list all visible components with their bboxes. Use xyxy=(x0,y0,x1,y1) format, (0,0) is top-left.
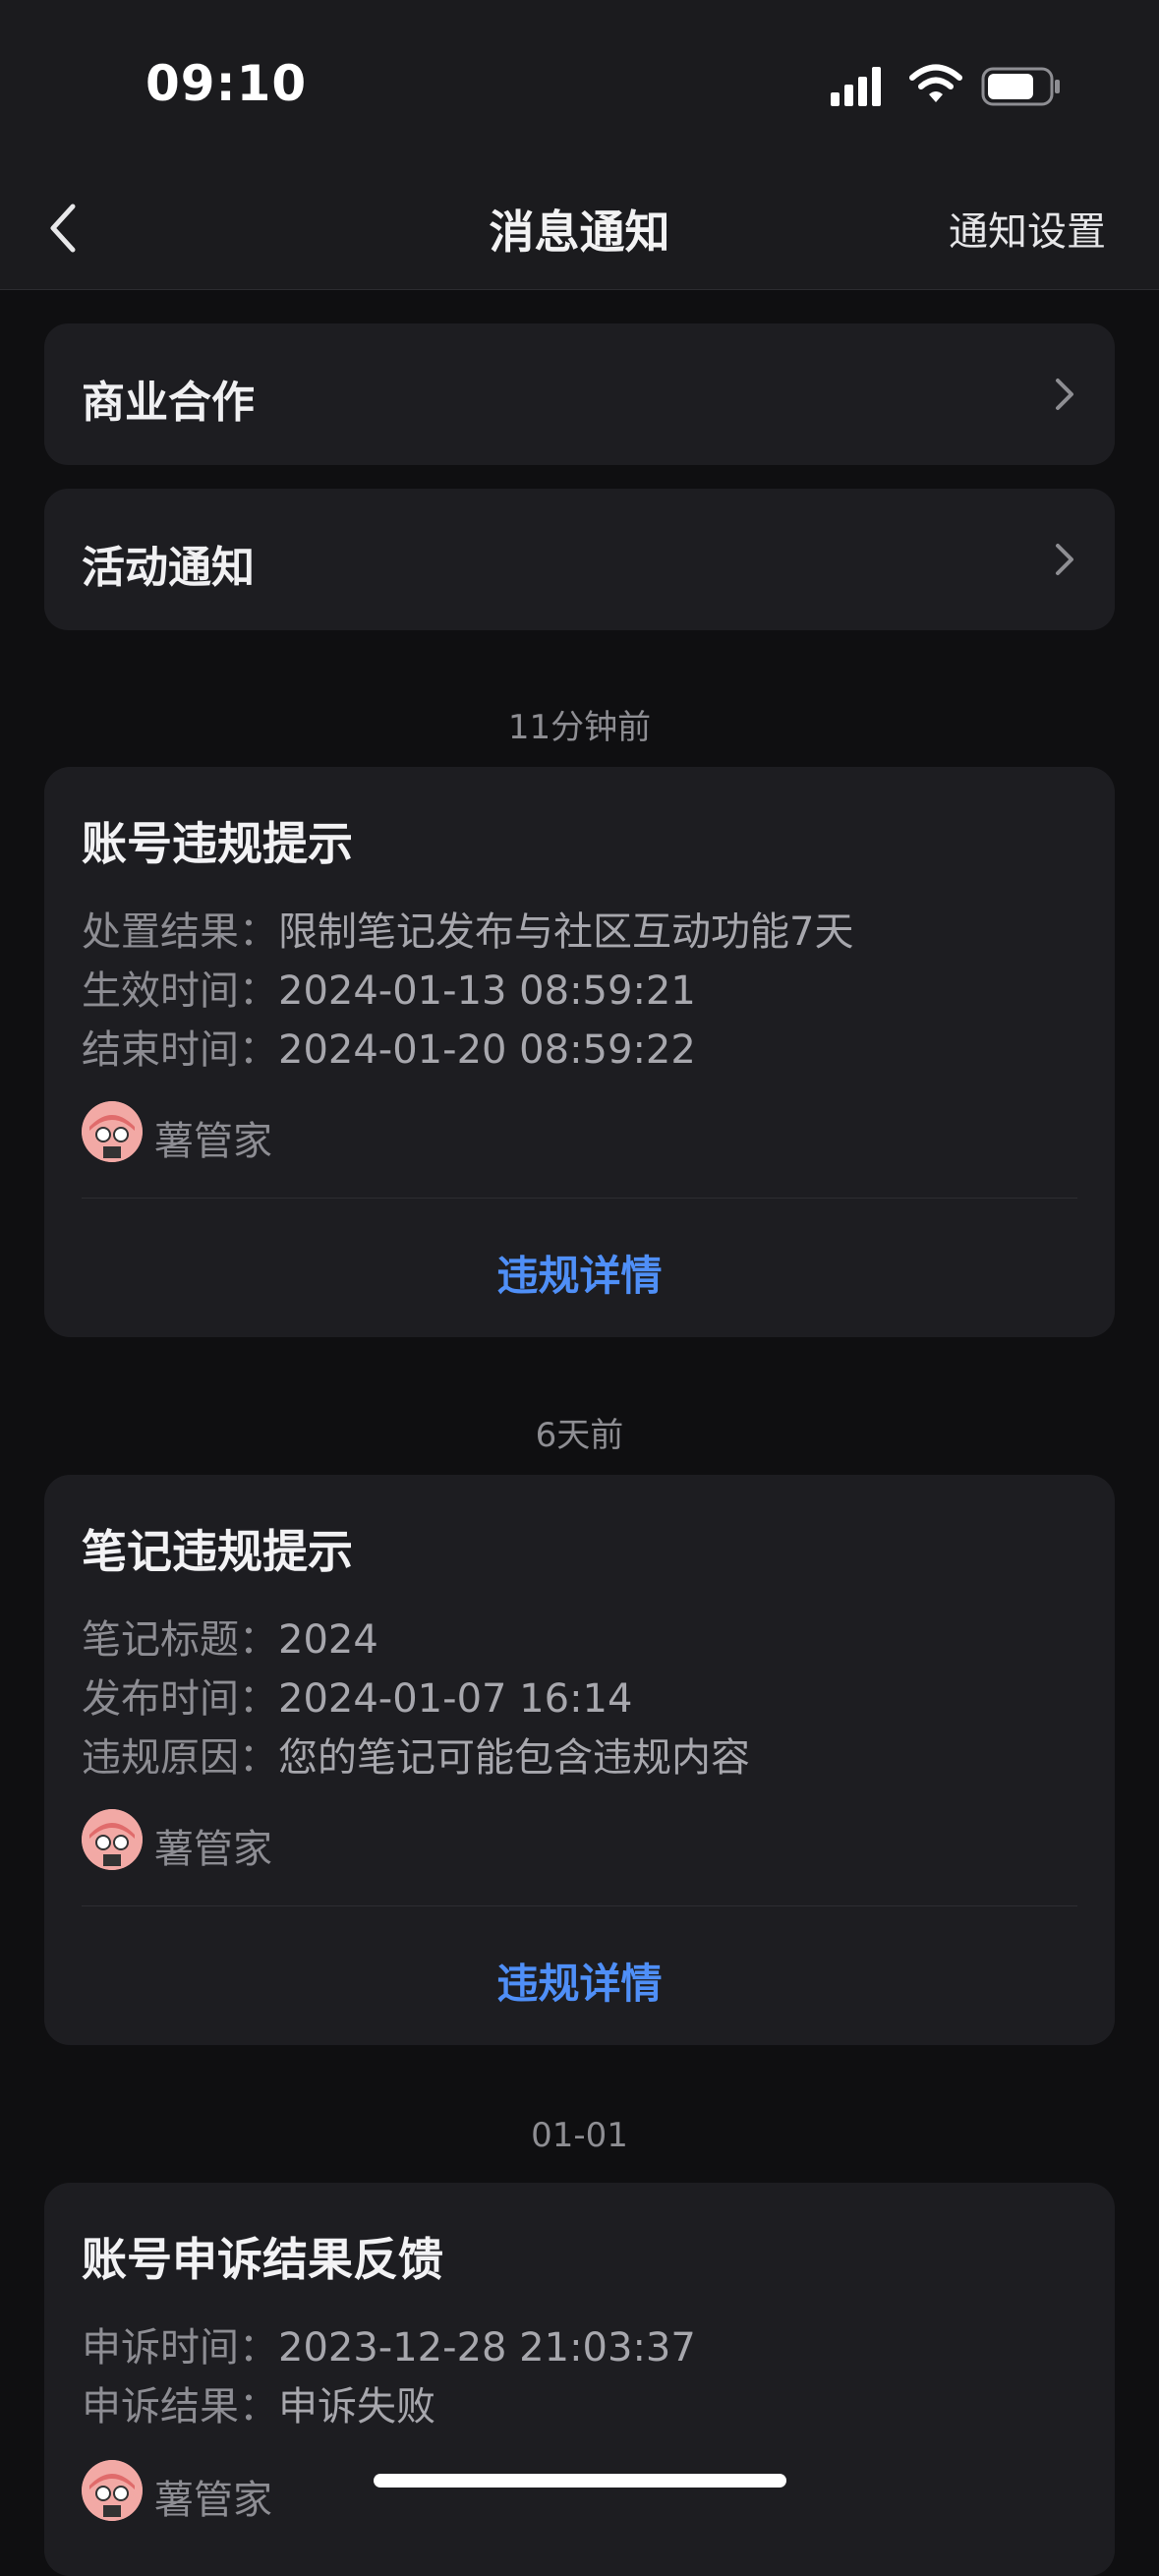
message-card-account-violation[interactable]: 账号违规提示 处置结果：限制笔记发布与社区互动功能7天 生效时间：2024-01… xyxy=(44,767,1115,1337)
line-value: 2024-01-13 08:59:21 xyxy=(278,968,696,1014)
line-key: 生效时间： xyxy=(82,968,278,1014)
line-key: 处置结果： xyxy=(82,909,278,955)
sender-name: 薯管家 xyxy=(154,1827,272,1872)
message-card-note-violation[interactable]: 笔记违规提示 笔记标题：2024 发布时间：2024-01-07 16:14 违… xyxy=(44,1475,1115,2045)
status-bar: 09:10 xyxy=(0,0,1159,167)
message-line: 生效时间：2024-01-13 08:59:21 xyxy=(82,959,696,1016)
message-title: 笔记违规提示 xyxy=(82,1525,353,1578)
message-line: 申诉结果：申诉失败 xyxy=(82,2374,435,2431)
line-value: 您的笔记可能包含违规内容 xyxy=(278,1735,750,1781)
chevron-right-icon xyxy=(1056,379,1073,410)
line-value: 申诉失败 xyxy=(278,2384,435,2430)
message-title: 账号申诉结果反馈 xyxy=(82,2233,443,2286)
chevron-right-icon xyxy=(1056,544,1073,575)
avatar xyxy=(82,1809,143,1870)
line-value: 2023-12-28 21:03:37 xyxy=(278,2325,696,2371)
message-title: 账号违规提示 xyxy=(82,817,353,870)
home-indicator[interactable] xyxy=(374,2474,786,2488)
row-activity-notice[interactable]: 活动通知 xyxy=(44,489,1115,630)
avatar xyxy=(82,2460,143,2521)
line-key: 申诉结果： xyxy=(82,2384,278,2430)
message-timestamp: 01-01 xyxy=(531,2116,628,2155)
row-label: 活动通知 xyxy=(82,543,255,593)
violation-details-link[interactable]: 违规详情 xyxy=(44,1243,1115,1303)
nav-bar: 消息通知 通知设置 xyxy=(0,167,1159,290)
message-timestamp: 6天前 xyxy=(535,1416,624,1455)
message-line: 申诉时间：2023-12-28 21:03:37 xyxy=(82,2315,696,2372)
message-line: 违规原因：您的笔记可能包含违规内容 xyxy=(82,1726,750,1783)
wifi-icon xyxy=(909,64,962,102)
row-label: 商业合作 xyxy=(82,378,255,428)
line-value: 2024-01-20 08:59:22 xyxy=(278,1027,696,1073)
message-timestamp: 11分钟前 xyxy=(507,708,652,747)
violation-details-link[interactable]: 违规详情 xyxy=(44,1951,1115,2011)
line-key: 发布时间： xyxy=(82,1676,278,1722)
battery-icon xyxy=(981,67,1060,106)
divider xyxy=(82,1905,1077,1906)
line-value: 限制笔记发布与社区互动功能7天 xyxy=(278,909,854,955)
avatar xyxy=(82,1101,143,1162)
message-line: 处置结果：限制笔记发布与社区互动功能7天 xyxy=(82,900,853,957)
signal-icon xyxy=(831,67,881,106)
line-key: 笔记标题： xyxy=(82,1617,278,1663)
sender-name: 薯管家 xyxy=(154,2478,272,2523)
line-key: 结束时间： xyxy=(82,1027,278,1073)
line-value: 2024-01-07 16:14 xyxy=(278,1676,633,1722)
sender-name: 薯管家 xyxy=(154,1119,272,1164)
row-business-cooperation[interactable]: 商业合作 xyxy=(44,323,1115,465)
line-key: 申诉时间： xyxy=(82,2325,278,2371)
status-time: 09:10 xyxy=(145,55,308,112)
line-key: 违规原因： xyxy=(82,1735,278,1781)
line-value: 2024 xyxy=(278,1617,378,1663)
message-line: 笔记标题：2024 xyxy=(82,1608,378,1665)
message-line: 结束时间：2024-01-20 08:59:22 xyxy=(82,1018,696,1075)
message-card-appeal-result[interactable]: 账号申诉结果反馈 申诉时间：2023-12-28 21:03:37 申诉结果：申… xyxy=(44,2183,1115,2576)
notification-settings-button[interactable]: 通知设置 xyxy=(949,200,1106,257)
message-line: 发布时间：2024-01-07 16:14 xyxy=(82,1667,632,1724)
divider xyxy=(82,1198,1077,1199)
